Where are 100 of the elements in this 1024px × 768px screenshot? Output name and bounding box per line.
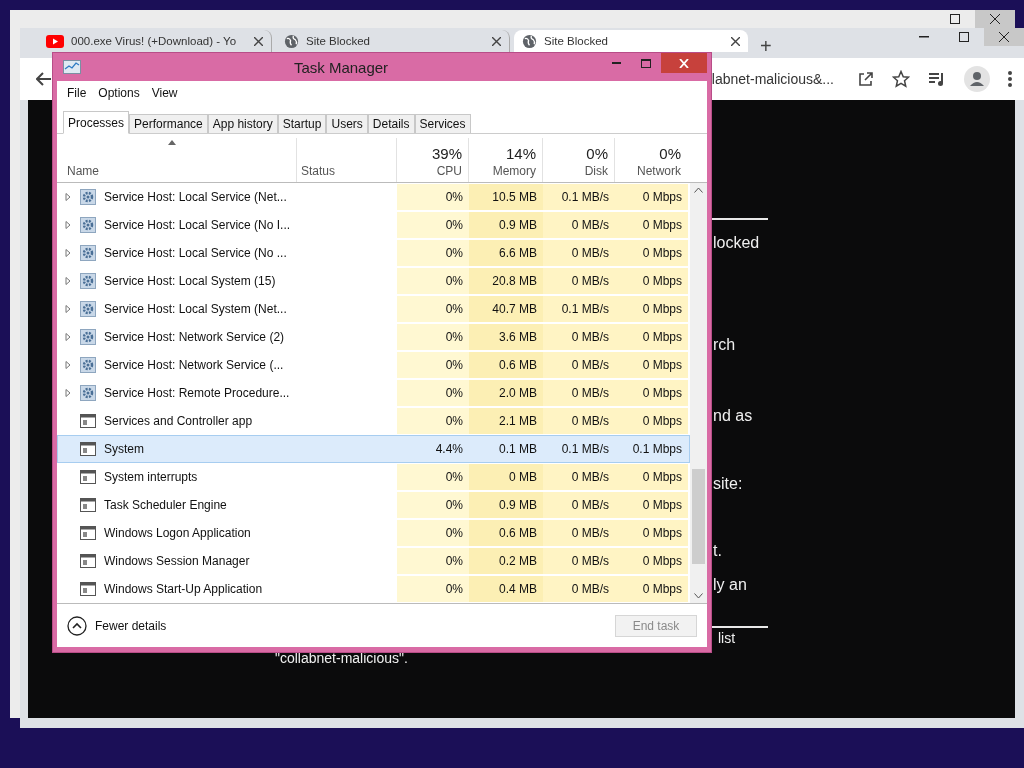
menu-item[interactable]: Options [92,86,146,100]
table-cell: 0 MB/s [543,380,615,406]
playlist-icon[interactable] [928,71,946,87]
tab[interactable]: Startup [277,114,327,133]
tab[interactable]: Details [367,114,415,133]
page-text: site: [713,475,743,494]
process-row[interactable]: Service Host: Local System (15) 0% 20.8 MB 0 MB/s 0 Mbps [57,267,690,295]
table-cell: 0 MB/s [543,520,615,546]
expand-arrow-icon[interactable] [64,361,72,369]
table-cell: 0 MB/s [543,576,615,602]
process-row[interactable]: Service Host: Network Service (... 0% 0.6 MB 0 MB/s 0 Mbps [57,351,690,379]
process-row[interactable]: Windows Start-Up Application 0% 0.4 MB 0 MB/s 0 Mbps [57,575,690,603]
gear-icon [80,245,96,261]
address-text[interactable]: labnet-malicious&... [711,71,834,87]
table-cell: 0 Mbps [615,240,688,266]
process-row[interactable]: Windows Logon Application 0% 0.6 MB 0 MB/s 0 Mbps [57,519,690,547]
column-header[interactable]: 0% Network [614,138,687,182]
menu-item[interactable]: View [145,86,184,100]
process-row[interactable]: Services and Controller app 0% 2.1 MB 0 MB/s 0 Mbps [57,407,690,435]
gear-icon [80,189,96,205]
process-name: Windows Session Manager [104,554,250,568]
window-icon [80,554,96,568]
more-menu-icon[interactable] [1008,71,1012,87]
process-row[interactable]: Service Host: Remote Procedure... 0% 2.0 MB 0 MB/s 0 Mbps [57,379,690,407]
star-icon[interactable] [892,70,910,88]
column-header[interactable]: 14% Memory [468,138,542,182]
expand-arrow-icon[interactable] [64,249,72,257]
process-row[interactable]: Service Host: Local Service (No I... 0% 0.9 MB 0 MB/s 0 Mbps [57,211,690,239]
table-cell: 0 Mbps [615,324,688,350]
column-header[interactable]: 39% CPU [396,138,468,182]
table-cell: 0 MB/s [543,548,615,574]
menu-item[interactable]: File [61,86,93,100]
process-row[interactable]: System 4.4% 0.1 MB 0.1 MB/s 0.1 Mbps [57,435,690,463]
process-row[interactable]: Task Scheduler Engine 0% 0.9 MB 0 MB/s 0 Mbps [57,491,690,519]
close-icon[interactable] [492,36,501,46]
tab[interactable]: App history [207,114,278,133]
table-cell: 0% [397,240,469,266]
column-header[interactable]: Name [63,138,296,182]
process-row[interactable]: Windows Session Manager 0% 0.2 MB 0 MB/s 0 Mbps [57,547,690,575]
table-cell: 0 MB/s [543,212,615,238]
expand-arrow-icon[interactable] [64,389,72,397]
minimize-icon[interactable] [919,36,929,38]
window-icon [80,442,96,456]
globe-icon [522,33,537,49]
scroll-down-icon[interactable] [694,593,703,599]
expand-arrow-icon[interactable] [64,193,72,201]
close-icon[interactable] [990,14,1000,24]
page-text: "collabnet-malicious". [275,650,408,667]
table-cell: 0% [397,520,469,546]
close-icon[interactable] [731,36,740,46]
table-cell-text: 0.1 MB [498,441,538,458]
page-text: list [718,630,736,647]
table-cell: 0 MB/s [543,240,615,266]
process-row[interactable]: Service Host: Local System (Net... 0% 40.7 MB 0.1 MB/s 0 Mbps [57,295,690,323]
table-cell: 20.8 MB [469,268,543,294]
tab[interactable]: Processes [63,111,130,134]
expand-arrow-icon[interactable] [64,277,72,285]
table-cell: 10.5 MB [469,184,543,210]
process-name: Service Host: Remote Procedure... [104,386,290,400]
process-name: Service Host: Local System (15) [104,274,276,288]
gear-icon [80,273,96,289]
table-cell: 0% [397,296,469,322]
back-arrow-icon[interactable] [36,72,52,86]
fewer-details-button[interactable]: Fewer details [67,615,167,636]
process-row[interactable]: Service Host: Network Service (2) 0% 3.6 MB 0 MB/s 0 Mbps [57,323,690,351]
table-cell: 0.1 MB/s [543,296,615,322]
process-row[interactable]: Service Host: Local Service (No ... 0% 6.6 MB 0 MB/s 0 Mbps [57,239,690,267]
column-header[interactable]: Status [296,138,396,182]
scrollbar[interactable] [690,183,707,603]
profile-icon[interactable] [964,66,990,92]
tab[interactable]: Services [414,114,471,133]
process-row[interactable]: System interrupts 0% 0 MB 0 MB/s 0 Mbps [57,463,690,491]
process-name: Service Host: Local Service (Net... [104,190,287,204]
expand-arrow-icon[interactable] [64,221,72,229]
browser-tab[interactable]: Site Blocked [514,30,748,52]
process-row[interactable]: Service Host: Local Service (Net... 0% 10.5 MB 0.1 MB/s 0 Mbps [57,183,690,211]
new-tab-button[interactable]: + [760,34,772,58]
process-name: Windows Logon Application [104,526,251,540]
table-cell: 0.1 MB/s [543,184,615,210]
expand-arrow-icon[interactable] [64,333,72,341]
tab[interactable]: Performance [129,114,208,133]
close-icon[interactable] [254,36,263,46]
table-cell: 2.1 MB [469,408,543,434]
scrollbar-thumb[interactable] [692,469,705,564]
expand-arrow-icon[interactable] [64,305,72,313]
table-cell: 0 Mbps [615,296,688,322]
window-icon [80,526,96,540]
table-cell: 3.6 MB [469,324,543,350]
table-cell-text: 0.1 MB/s [560,441,610,458]
column-header[interactable]: 0% Disk [542,138,614,182]
close-icon[interactable] [999,32,1009,42]
share-icon[interactable] [858,71,874,87]
table-cell: 0 MB/s [543,464,615,490]
table-cell: 0 MB/s [543,268,615,294]
window-icon [80,414,96,428]
tab[interactable]: Users [326,114,368,133]
minimize-icon[interactable] [611,62,621,64]
scroll-up-icon[interactable] [694,187,703,193]
process-name: Service Host: Local Service (No I... [104,218,291,232]
table-cell: 0 Mbps [615,576,688,602]
